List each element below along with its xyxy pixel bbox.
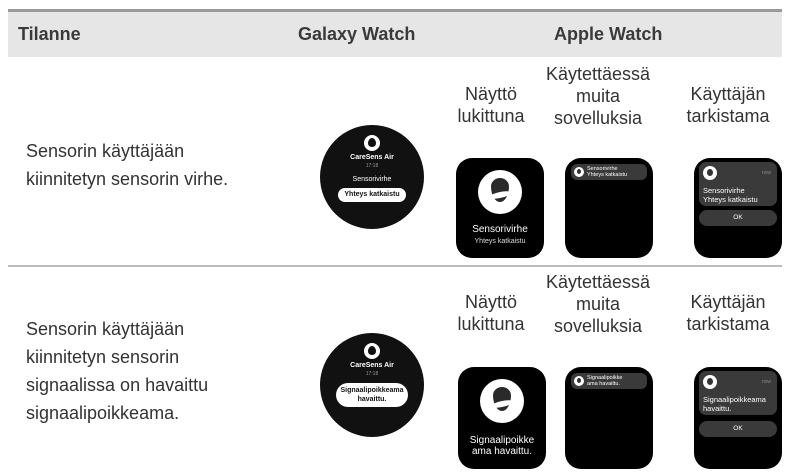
banner-line: Yhteys katkaistu bbox=[587, 172, 628, 178]
notification-card: now Sensorivirhe Yhteys katkaistu bbox=[699, 162, 777, 206]
galaxy-message: Sensorivirhe bbox=[352, 176, 392, 183]
caresens-drop-icon bbox=[478, 170, 522, 214]
pill-line: havaittu. bbox=[357, 396, 387, 403]
label-line: Käytettäessä bbox=[546, 272, 651, 292]
caresens-drop-icon bbox=[574, 167, 584, 177]
label-line: sovelluksia bbox=[553, 108, 643, 128]
caresens-drop-icon bbox=[703, 375, 717, 389]
label-line: Käyttäjän bbox=[690, 84, 766, 104]
col-label-locked: Näyttö lukittuna bbox=[448, 83, 534, 127]
notification-line: Sensorivirhe bbox=[703, 186, 745, 195]
col-label-other-apps: Käytettäessä muita sovelluksia bbox=[546, 63, 650, 129]
situation-line: kiinnitetyn sensorin virhe. bbox=[26, 169, 229, 189]
table-header: Tilanne Galaxy Watch Apple Watch bbox=[8, 9, 782, 57]
lock-title-line: Signaalipoikke bbox=[469, 435, 535, 446]
situation-line: Sensorin käyttäjään bbox=[26, 141, 185, 161]
col-label-locked: Näyttö lukittuna bbox=[448, 291, 534, 335]
banner-text: Sensorivirhe Yhteys katkaistu bbox=[587, 166, 627, 178]
label-line: Käyttäjän bbox=[690, 292, 766, 312]
banner-line: ama havaittu. bbox=[587, 381, 621, 387]
col-label-user-viewing: Käyttäjän tarkistama bbox=[680, 83, 776, 127]
lock-title-line: ama havaittu. bbox=[471, 446, 533, 457]
header-galaxy-watch: Galaxy Watch bbox=[298, 24, 416, 44]
galaxy-alert-pill: Yhteys katkaistu bbox=[338, 188, 406, 202]
apple-watch-other-apps: Signaalipoikke ama havaittu. bbox=[565, 367, 653, 469]
label-line: Näyttö bbox=[464, 84, 518, 104]
galaxy-watch-screen: CareSens Air 17:18 Signaalipoikkeama hav… bbox=[320, 333, 424, 437]
apple-watch-locked: Signaalipoikke ama havaittu. bbox=[458, 367, 546, 469]
now-label: now bbox=[761, 379, 771, 385]
lock-title: Sensorivirhe bbox=[472, 224, 528, 235]
apple-watch-other-apps: Sensorivirhe Yhteys katkaistu bbox=[565, 158, 653, 258]
caresens-drop-icon bbox=[364, 343, 380, 359]
apple-watch-user-viewing: now Sensorivirhe Yhteys katkaistu OK bbox=[694, 158, 782, 258]
ok-button[interactable]: OK bbox=[699, 421, 777, 437]
label-line: muita bbox=[575, 86, 620, 106]
banner-text: Signaalipoikke ama havaittu. bbox=[587, 375, 622, 387]
galaxy-app-name: CareSens Air bbox=[350, 362, 394, 369]
galaxy-time: 17:18 bbox=[365, 371, 379, 377]
notification-text: Signaalipoikkeama havaittu. bbox=[703, 395, 766, 413]
apple-watch-locked: Sensorivirhe Yhteys katkaistu bbox=[456, 158, 544, 258]
now-label: now bbox=[761, 170, 771, 176]
caresens-drop-icon bbox=[574, 376, 584, 386]
col-label-user-viewing: Käyttäjän tarkistama bbox=[680, 291, 776, 335]
label-line: Käytettäessä bbox=[546, 64, 651, 84]
situation-line: signaalipoikkeama. bbox=[26, 403, 180, 423]
caresens-drop-icon bbox=[364, 135, 380, 151]
notification-banner: Sensorivirhe Yhteys katkaistu bbox=[571, 164, 647, 180]
label-line: sovelluksia bbox=[553, 316, 643, 336]
label-line: tarkistama bbox=[686, 314, 770, 334]
table-row: Sensorin käyttäjään kiinnitetyn sensorin… bbox=[8, 57, 782, 267]
caresens-drop-icon bbox=[703, 166, 717, 180]
situation-line: kiinnitetyn sensorin bbox=[26, 347, 180, 367]
situation-line: Sensorin käyttäjään bbox=[26, 319, 185, 339]
lock-title: Signaalipoikke ama havaittu. bbox=[458, 435, 546, 457]
situation-text: Sensorin käyttäjään kiinnitetyn sensorin… bbox=[26, 137, 276, 193]
notification-text: Sensorivirhe Yhteys katkaistu bbox=[703, 186, 758, 204]
galaxy-time: 17:18 bbox=[365, 163, 379, 169]
caresens-drop-icon bbox=[480, 379, 524, 423]
table-row: Sensorin käyttäjään kiinnitetyn sensorin… bbox=[8, 267, 782, 473]
label-line: lukittuna bbox=[457, 314, 525, 334]
lock-subtitle: Yhteys katkaistu bbox=[474, 238, 526, 245]
notification-banner: Signaalipoikke ama havaittu. bbox=[571, 373, 647, 389]
situation-line: signaalissa on havaittu bbox=[26, 375, 209, 395]
galaxy-app-name: CareSens Air bbox=[350, 154, 394, 161]
notification-card: now Signaalipoikkeama havaittu. bbox=[699, 371, 777, 415]
label-line: tarkistama bbox=[686, 106, 770, 126]
situation-text: Sensorin käyttäjään kiinnitetyn sensorin… bbox=[26, 315, 276, 427]
notification-line: havaittu. bbox=[703, 404, 732, 413]
ok-button[interactable]: OK bbox=[699, 210, 777, 226]
label-line: lukittuna bbox=[457, 106, 525, 126]
label-line: muita bbox=[575, 294, 620, 314]
notification-line: Signaalipoikkeama bbox=[703, 395, 766, 404]
galaxy-alert-pill: Signaalipoikkeama havaittu. bbox=[336, 383, 408, 407]
header-apple-watch: Apple Watch bbox=[554, 24, 663, 44]
notification-line: Yhteys katkaistu bbox=[703, 195, 758, 204]
label-line: Näyttö bbox=[464, 292, 518, 312]
pill-line: Signaalipoikkeama bbox=[340, 387, 404, 394]
galaxy-watch-screen: CareSens Air 17:18 Sensorivirhe Yhteys k… bbox=[320, 125, 424, 229]
header-situation: Tilanne bbox=[18, 24, 81, 44]
col-label-other-apps: Käytettäessä muita sovelluksia bbox=[546, 271, 650, 337]
apple-watch-user-viewing: now Signaalipoikkeama havaittu. OK bbox=[694, 367, 782, 469]
